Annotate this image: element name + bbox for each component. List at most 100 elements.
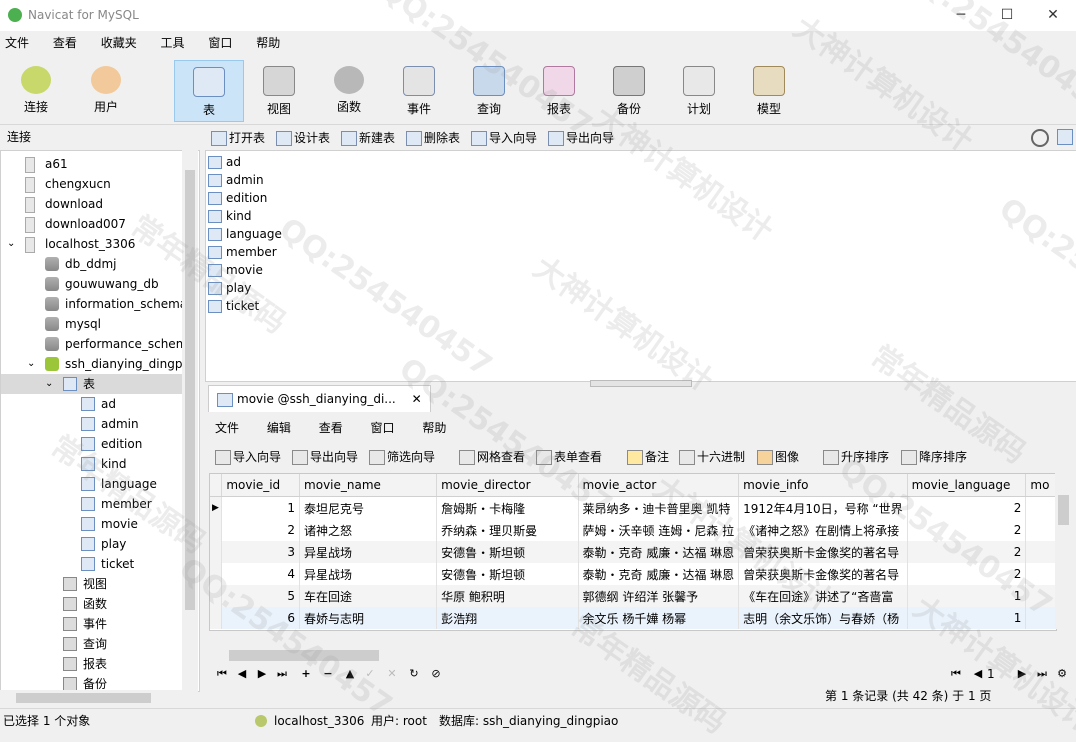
export-wizard-button[interactable]: 导出向导	[548, 129, 614, 147]
previous-page-icon[interactable]: ◀	[971, 667, 985, 681]
row-indicator[interactable]	[210, 541, 223, 563]
table-cell[interactable]: 彭浩翔	[436, 607, 579, 629]
form-view-button[interactable]: 表单查看	[534, 448, 602, 466]
move-up-icon[interactable]: ▲	[343, 667, 357, 681]
toolbar-model-button[interactable]: 模型	[735, 60, 803, 120]
table-cell[interactable]	[1025, 519, 1056, 541]
menu-tools[interactable]: 工具	[151, 31, 195, 56]
object-item[interactable]: ad	[208, 153, 241, 171]
cancel-icon[interactable]: ✕	[385, 667, 399, 681]
tree-item-函数[interactable]: 函数	[1, 594, 183, 614]
table-cell[interactable]	[1025, 563, 1056, 585]
tree-item-a61[interactable]: a61	[1, 154, 183, 174]
table-cell[interactable]: 《诸神之怒》在剧情上将承接	[738, 519, 908, 541]
table-cell[interactable]	[1025, 541, 1056, 563]
table-cell[interactable]: 华原 鲍积明	[436, 585, 579, 607]
table-cell[interactable]: 春娇与志明	[299, 607, 438, 629]
table-cell[interactable]: 1	[221, 496, 301, 519]
table-cell[interactable]: 泰勒・克奇 威廉・达福 琳恩	[578, 563, 740, 585]
toolbar-function-button[interactable]: 函数	[315, 60, 383, 120]
grid-view-icon[interactable]	[1057, 129, 1073, 145]
table-row[interactable]: 4 异星战场 安德鲁・斯坦顿 泰勒・克奇 威廉・达福 琳恩 曾荣获奥斯卡金像奖的著名导 2	[210, 563, 1056, 585]
first-page-icon[interactable]: ⏮	[949, 667, 963, 681]
tab-menu-file[interactable]: 文件	[205, 416, 249, 441]
column-header-movie_info[interactable]: movie_info	[738, 474, 908, 497]
grid-horizontal-scrollbar[interactable]	[209, 647, 1055, 664]
table-cell[interactable]: 4	[221, 563, 301, 585]
tree-item-chengxucn[interactable]: chengxucn	[1, 174, 183, 194]
toolbar-report-button[interactable]: 报表	[525, 60, 593, 120]
tab-menu-help[interactable]: 帮助	[408, 416, 456, 441]
table-cell[interactable]: 3	[221, 541, 301, 563]
apply-icon[interactable]: ✓	[363, 667, 377, 681]
refresh-icon[interactable]: ↻	[407, 667, 421, 681]
table-cell[interactable]: 曾荣获奥斯卡金像奖的著名导	[738, 541, 908, 563]
table-cell[interactable]: 诸神之怒	[299, 519, 438, 541]
tree-item-play[interactable]: play	[1, 534, 183, 554]
table-cell[interactable]: 2	[907, 496, 1027, 519]
object-item[interactable]: language	[208, 225, 282, 243]
tab-menu-view[interactable]: 查看	[305, 416, 353, 441]
object-item[interactable]: admin	[208, 171, 264, 189]
table-cell[interactable]: 1	[907, 607, 1027, 629]
tree-item-事件[interactable]: 事件	[1, 614, 183, 634]
object-item[interactable]: kind	[208, 207, 252, 225]
table-cell[interactable]: 余文乐 杨千嬅 杨幂	[578, 607, 740, 629]
table-cell[interactable]: 2	[907, 563, 1027, 585]
tree-item-kind[interactable]: kind	[1, 454, 183, 474]
sort-ascending-button[interactable]: 升序排序	[821, 448, 889, 466]
scrollbar-thumb[interactable]	[229, 650, 379, 661]
tree-item-db_ddmj[interactable]: db_ddmj	[1, 254, 183, 274]
close-tab-icon[interactable]: ✕	[412, 392, 422, 406]
column-header-movie_language[interactable]: movie_language	[907, 474, 1027, 497]
maximize-button[interactable]: ☐	[984, 0, 1030, 31]
scrollbar-thumb[interactable]	[16, 693, 151, 703]
chevron-down-icon[interactable]: ⌄	[27, 354, 35, 374]
menu-favorites[interactable]: 收藏夹	[91, 31, 147, 56]
table-cell[interactable]: 异星战场	[299, 541, 438, 563]
tree-item-download007[interactable]: download007	[1, 214, 183, 234]
new-table-button[interactable]: 新建表	[341, 129, 395, 147]
export-wizard-button[interactable]: 导出向导	[290, 448, 358, 466]
table-cell[interactable]: 詹姆斯・卡梅隆	[436, 496, 579, 519]
memo-button[interactable]: 备注	[625, 448, 669, 466]
import-wizard-button[interactable]: 导入向导	[213, 448, 281, 466]
search-icon[interactable]	[1031, 129, 1049, 147]
table-cell[interactable]: 安德鲁・斯坦顿	[436, 541, 579, 563]
column-header-movie_actor[interactable]: movie_actor	[578, 474, 740, 497]
image-button[interactable]: 图像	[755, 448, 799, 466]
toolbar-view-button[interactable]: 视图	[245, 60, 313, 120]
close-button[interactable]: ✕	[1030, 0, 1076, 31]
toolbar-connect-button[interactable]: 连接	[2, 60, 70, 120]
menu-view[interactable]: 查看	[43, 31, 87, 56]
last-record-icon[interactable]: ⏭	[275, 667, 289, 681]
delete-table-button[interactable]: 删除表	[406, 129, 460, 147]
tree-item-localhost_3306[interactable]: ⌄ localhost_3306	[1, 234, 183, 254]
import-wizard-button[interactable]: 导入向导	[471, 129, 537, 147]
table-row[interactable]: ▶ 1 泰坦尼克号 詹姆斯・卡梅隆 莱昂纳多・迪卡普里奥 凯特 1912年4月10日，号称…	[210, 496, 1056, 519]
menu-file[interactable]: 文件	[0, 31, 39, 56]
add-record-icon[interactable]: +	[299, 667, 313, 681]
tree-horizontal-scrollbar[interactable]	[0, 690, 198, 706]
table-cell[interactable]: 《车在回途》讲述了“吝啬富	[738, 585, 908, 607]
toolbar-user-button[interactable]: 用户	[72, 60, 140, 120]
sort-descending-button[interactable]: 降序排序	[899, 448, 967, 466]
open-table-button[interactable]: 打开表	[211, 129, 265, 147]
table-row[interactable]: 5 车在回途 华原 鲍积明 郭德纲 许绍洋 张馨予 《车在回途》讲述了“吝啬富 1	[210, 585, 1056, 607]
tree-item-information_schema[interactable]: information_schema	[1, 294, 187, 314]
page-number[interactable]: 1	[987, 667, 1015, 681]
minimize-button[interactable]: ─	[938, 0, 984, 31]
table-cell[interactable]: 2	[221, 519, 301, 541]
tree-item-edition[interactable]: edition	[1, 434, 183, 454]
table-cell[interactable]: 郭德纲 许绍洋 张馨予	[578, 585, 740, 607]
table-cell[interactable]: 萨姆・沃辛顿 连姆・尼森 拉	[578, 519, 740, 541]
table-cell[interactable]	[1025, 585, 1056, 607]
column-header-movie_name[interactable]: movie_name	[299, 474, 438, 497]
tab-menu-edit[interactable]: 编辑	[253, 416, 301, 441]
menu-window[interactable]: 窗口	[198, 31, 242, 56]
table-cell[interactable]: 车在回途	[299, 585, 438, 607]
chevron-down-icon[interactable]: ⌄	[7, 234, 15, 254]
row-indicator[interactable]	[210, 563, 223, 585]
menu-help[interactable]: 帮助	[246, 31, 290, 56]
table-cell[interactable]: 1	[907, 585, 1027, 607]
